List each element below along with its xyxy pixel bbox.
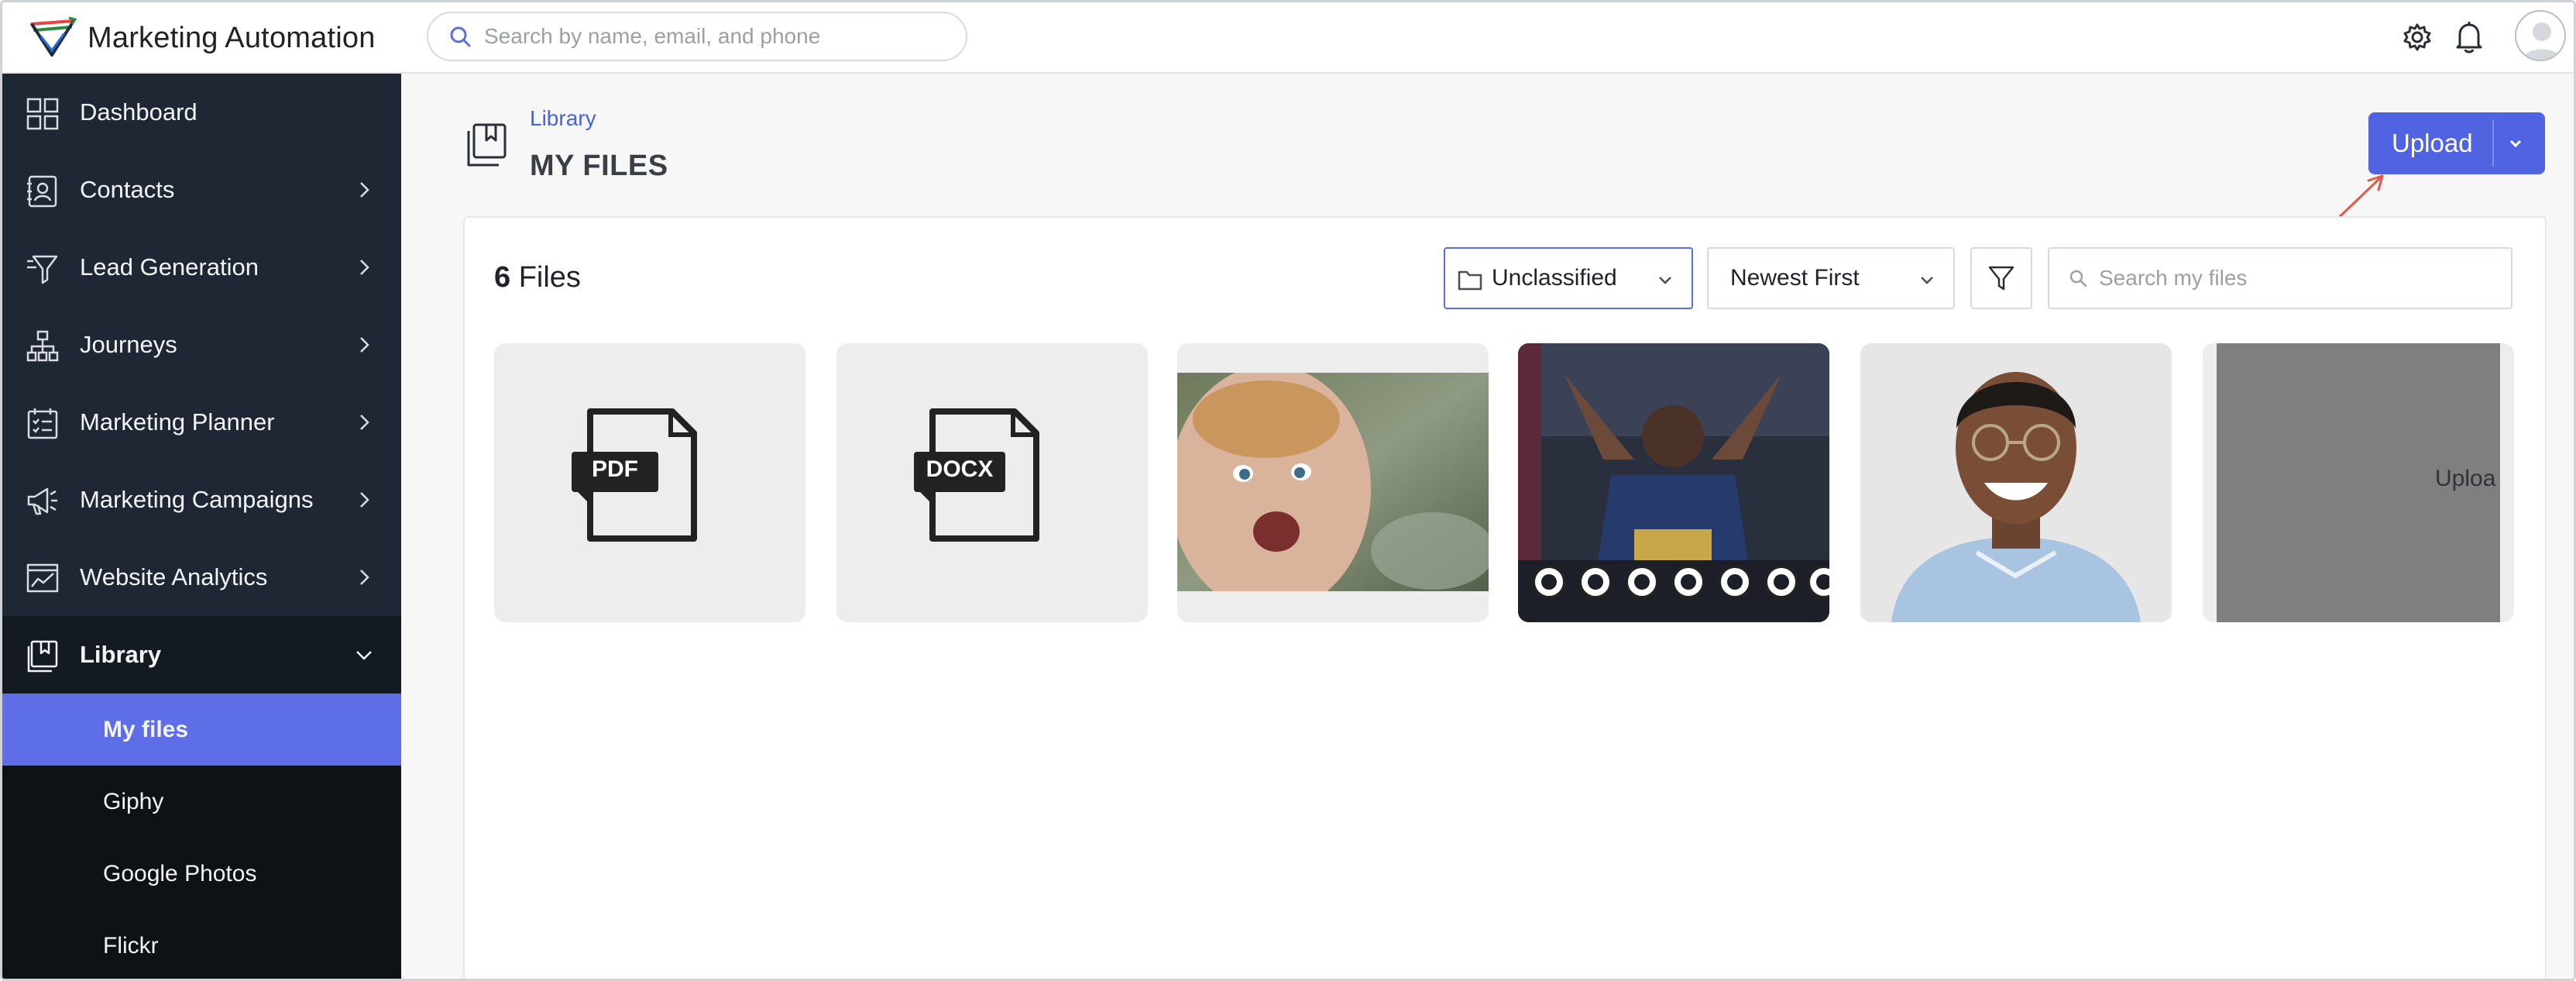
sort-select[interactable]: Newest First [1707,247,1955,309]
file-card-pdf[interactable]: PDF [494,343,805,622]
chevron-right-icon [360,570,369,585]
upload-button[interactable]: Upload [2368,112,2545,174]
files-panel: 6 Files Unclassified Newest First Search… [463,216,2547,979]
file-count-label: Files [518,261,581,294]
filter-button[interactable] [1970,247,2032,309]
file-type-badge: DOCX [926,456,994,482]
chevron-right-icon [360,260,369,275]
breadcrumb[interactable]: Library [530,106,596,131]
chevron-right-icon [360,182,369,198]
sidebar-subitem-label: My files [103,716,189,742]
sidebar-item-label: Dashboard [80,98,197,126]
brand[interactable]: Marketing Automation [29,13,376,63]
file-search[interactable] [2048,247,2512,309]
sidebar-subitem-giphy[interactable]: Giphy [2,766,401,838]
file-count: 6 Files [494,261,581,294]
sidebar-item-website-analytics[interactable]: Website Analytics [2,539,401,616]
sidebar-item-marketing-campaigns[interactable]: Marketing Campaigns [2,461,401,539]
sidebar-item-label: Library [80,641,162,668]
file-card-image[interactable] [1177,343,1489,622]
app-window: Marketing Automation Search by name, ema… [0,0,2576,981]
main-content: Library MY FILES Upload 6 Files Unclassi… [401,74,2574,979]
page-title: MY FILES [530,150,668,182]
sidebar-item-library[interactable]: Library [2,616,401,694]
app-title: Marketing Automation [88,21,376,54]
library-icon [27,640,58,673]
folder-select-value: Unclassified [1492,265,1617,291]
folder-icon [1458,270,1482,291]
portrait-photo [1860,343,2172,622]
upload-button-label: Upload [2392,129,2473,157]
sidebar-item-label: Website Analytics [80,563,268,590]
baby-photo [1177,373,1489,591]
search-icon [450,26,471,47]
filter-icon [1988,266,2014,291]
sidebar-item-contacts[interactable]: Contacts [2,151,401,229]
chevron-down-icon[interactable] [2506,134,2525,153]
logo-icon [30,16,77,57]
chevron-down-icon [1659,277,1671,284]
sidebar-item-label: Contacts [80,176,175,203]
file-card-image[interactable] [1518,343,1829,622]
folder-select[interactable]: Unclassified [1444,247,1693,309]
global-search[interactable] [427,12,967,61]
sidebar-subitem-google-photos[interactable]: Google Photos [2,838,401,910]
file-card-image[interactable] [1860,343,2172,622]
sidebar-item-label: Journeys [80,331,177,358]
sidebar-subitem-label: Google Photos [103,860,257,886]
uploading-text: Uploa [2435,466,2496,491]
gear-icon [2403,23,2431,51]
sidebar-item-journeys[interactable]: Journeys [2,306,401,384]
sidebar-item-dashboard[interactable]: Dashboard [2,74,401,151]
sidebar-item-lead-generation[interactable]: Lead Generation [2,229,401,306]
planner-icon [27,408,58,439]
sidebar-subitem-my-files[interactable]: My files [2,694,401,766]
search-icon [2069,270,2087,287]
journeys-icon [26,330,59,362]
file-type-badge: PDF [592,456,638,482]
global-search-input[interactable] [484,24,933,49]
settings-button[interactable] [2398,18,2437,57]
sidebar-item-label: Lead Generation [80,253,259,281]
user-avatar[interactable] [2515,10,2566,61]
bell-icon [2456,22,2482,53]
contacts-icon [27,175,57,208]
chevron-right-icon [360,337,369,353]
chevron-right-icon [360,492,369,508]
sort-select-value: Newest First [1730,265,1860,291]
file-count-number: 6 [494,261,511,294]
sidebar-item-label: Marketing Campaigns [80,486,314,513]
file-card-docx[interactable]: DOCX [836,343,1148,622]
chevron-down-icon [356,651,372,660]
file-card-uploading[interactable]: Uploa [2203,343,2514,622]
fighter-photo [1518,343,1829,622]
funnel-icon [27,255,58,284]
sidebar-item-label: Marketing Planner [80,408,275,435]
sidebar-item-marketing-planner[interactable]: Marketing Planner [2,384,401,461]
notifications-button[interactable] [2450,18,2488,57]
dashboard-icon [26,98,59,130]
file-search-input[interactable] [2099,266,2486,291]
sidebar-subitem-flickr[interactable]: Flickr [2,910,401,979]
chevron-down-icon [1921,277,1933,284]
library-icon [467,123,507,167]
sidebar-subitem-label: Flickr [103,932,159,959]
analytics-icon [26,563,59,593]
megaphone-icon [27,487,57,515]
chevron-right-icon [360,415,369,430]
sidebar-subitem-label: Giphy [103,788,164,814]
user-icon [2523,22,2561,60]
sidebar: Dashboard Contacts Lead Generation Journ… [2,74,401,979]
top-bar: Marketing Automation [2,2,2574,74]
button-divider [2492,120,2494,167]
